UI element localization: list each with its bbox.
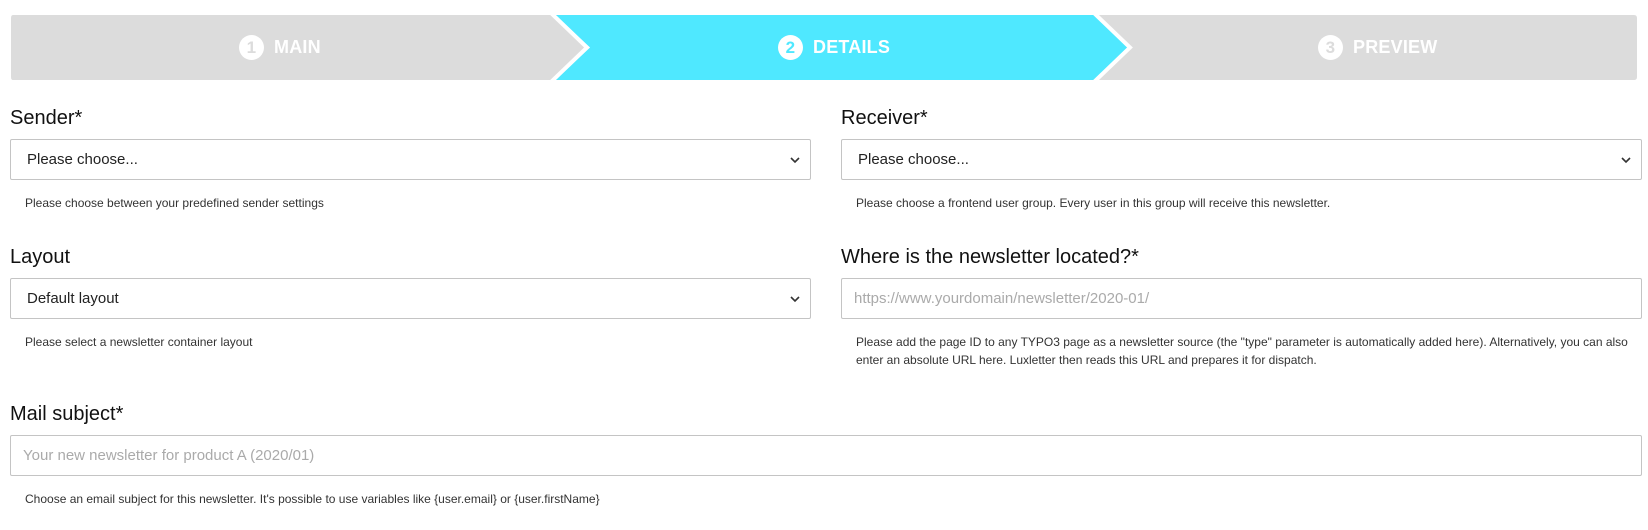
sender-help: Please choose between your predefined se… bbox=[25, 196, 324, 210]
layout-selected-value: Default layout bbox=[27, 290, 119, 307]
tab-preview[interactable]: 3 PREVIEW bbox=[1318, 15, 1437, 80]
sender-select[interactable]: Please choose... bbox=[10, 139, 811, 180]
origin-label: Where is the newsletter located?* bbox=[841, 246, 1139, 268]
sender-label: Sender* bbox=[10, 107, 83, 129]
step-label-preview: PREVIEW bbox=[1353, 37, 1438, 57]
chevron-down-icon bbox=[790, 296, 800, 303]
origin-url-input[interactable] bbox=[841, 278, 1642, 319]
subject-label: Mail subject* bbox=[10, 403, 124, 425]
step-label-main: MAIN bbox=[274, 37, 321, 57]
receiver-label: Receiver* bbox=[841, 107, 928, 129]
chevron-down-icon bbox=[790, 157, 800, 164]
sender-selected-value: Please choose... bbox=[27, 151, 138, 168]
step-number-2: 2 bbox=[778, 35, 803, 60]
step-number-1: 1 bbox=[239, 35, 264, 60]
receiver-help: Please choose a frontend user group. Eve… bbox=[856, 196, 1331, 210]
layout-label: Layout bbox=[10, 246, 71, 268]
layout-help: Please select a newsletter container lay… bbox=[25, 335, 253, 349]
step-label-details: DETAILS bbox=[813, 37, 891, 57]
mail-subject-input[interactable] bbox=[10, 435, 1642, 476]
origin-help: Please add the page ID to any TYPO3 page… bbox=[856, 335, 1628, 367]
subject-help: Choose an email subject for this newslet… bbox=[25, 492, 600, 506]
tab-details[interactable]: 2 DETAILS bbox=[778, 15, 890, 80]
tab-main[interactable]: 1 MAIN bbox=[239, 15, 321, 80]
layout-select[interactable]: Default layout bbox=[10, 278, 811, 319]
step-number-3: 3 bbox=[1318, 35, 1343, 60]
wizard-steps: 1 MAIN 2 DETAILS 3 PREVIEW bbox=[11, 15, 1637, 80]
receiver-select[interactable]: Please choose... bbox=[841, 139, 1642, 180]
receiver-selected-value: Please choose... bbox=[858, 151, 969, 168]
chevron-down-icon bbox=[1621, 157, 1631, 164]
